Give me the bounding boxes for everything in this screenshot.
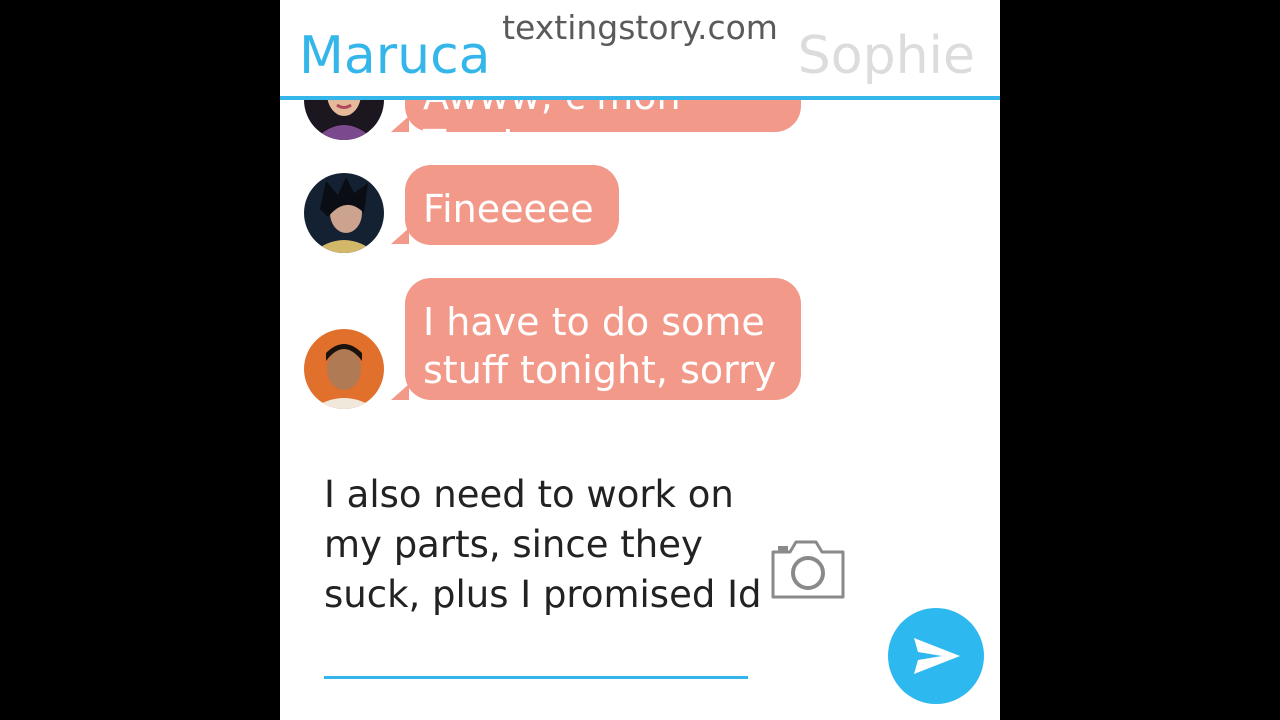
message-bubble: Fineeeee <box>405 165 619 245</box>
message-bubble: I have to do some stuff tonight, sorry <box>405 278 801 400</box>
message-input[interactable]: I also need to work on my parts, since t… <box>324 470 764 620</box>
man-spiky-hair-avatar-icon <box>304 173 384 253</box>
sender-avatar <box>304 329 384 409</box>
send-icon <box>914 638 960 674</box>
camera-icon <box>771 540 845 599</box>
input-underline <box>324 676 748 679</box>
camera-button[interactable] <box>770 538 846 600</box>
man-short-hair-avatar-icon <box>304 329 384 409</box>
conversation-header: Maruca Sophie textingstory.com <box>280 0 1000 96</box>
header-divider <box>280 96 1000 100</box>
send-button[interactable] <box>888 608 984 704</box>
watermark: textingstory.com <box>502 8 778 47</box>
sender-avatar <box>304 173 384 253</box>
chat-screen: Awww, c'mon Tam! Fineeeee <box>280 0 1000 720</box>
